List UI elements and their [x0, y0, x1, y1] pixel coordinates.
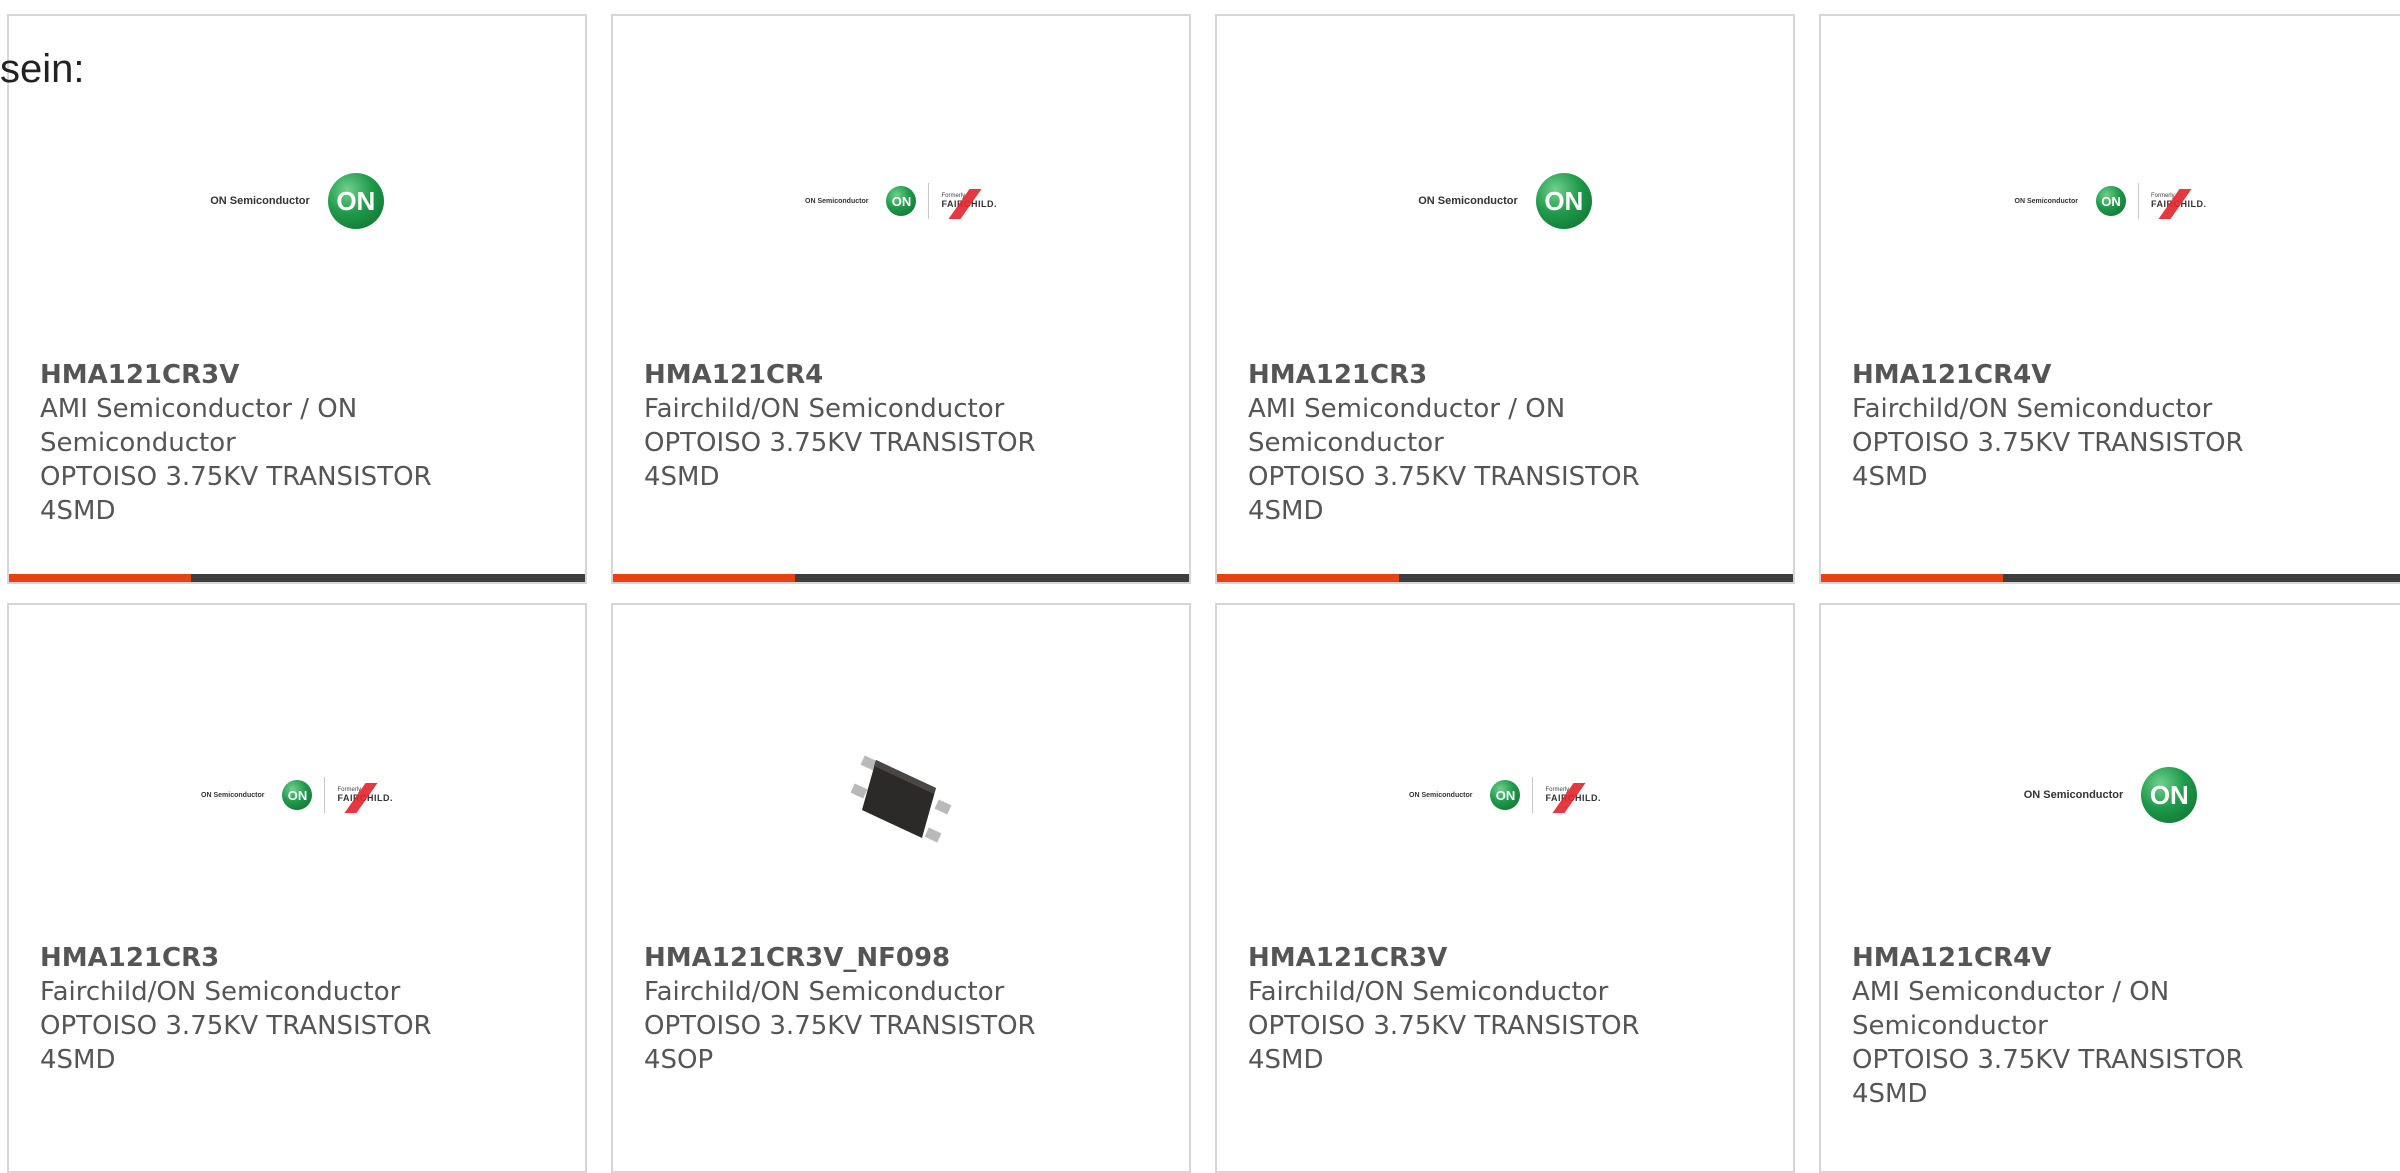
product-image: ON Semiconductor ON Formerly FAIRCHILD. — [1217, 700, 1793, 890]
on-logo-icon: ON — [886, 186, 917, 216]
product-manufacturer: Fairchild/ON Semiconductor — [1852, 394, 2213, 424]
product-manufacturer: AMI Semiconductor / ON Semiconductor — [1852, 977, 2170, 1041]
product-card[interactable]: ON Semiconductor ON HMA121CR3V AMI Semic… — [7, 14, 587, 584]
product-manufacturer: AMI Semiconductor / ON Semiconductor — [40, 394, 358, 458]
product-name[interactable]: HMA121CR4 — [644, 358, 1084, 392]
product-image: ON Semiconductor ON Formerly FAIRCHILD. — [1821, 146, 2400, 256]
on-logo-icon: ON — [2141, 767, 2198, 823]
on-logo-icon: ON — [1535, 173, 1592, 229]
on-logo-icon: ON — [1490, 780, 1521, 810]
product-description: OPTOISO 3.75KV TRANSISTOR 4SMD — [40, 462, 432, 526]
on-fairchild-logo: ON Semiconductor ON Formerly FAIRCHILD. — [2015, 183, 2207, 219]
product-description: OPTOISO 3.75KV TRANSISTOR 4SMD — [1248, 462, 1640, 526]
product-image: ON Semiconductor ON Formerly FAIRCHILD. — [613, 146, 1189, 256]
on-semiconductor-logo: ON Semiconductor ON — [1418, 173, 1592, 229]
card-accent-bar — [9, 574, 585, 582]
on-fairchild-logo: ON Semiconductor ON Formerly FAIRCHILD. — [1409, 777, 1601, 813]
product-description: OPTOISO 3.75KV TRANSISTOR 4SOP — [644, 1011, 1036, 1075]
on-semiconductor-logo: ON Semiconductor ON — [210, 173, 384, 229]
product-card[interactable]: HMA121CR3V_NF098 Fairchild/ON Semiconduc… — [611, 603, 1191, 1173]
product-card[interactable]: ON Semiconductor ON Formerly FAIRCHILD. … — [611, 14, 1191, 584]
product-card[interactable]: ON Semiconductor ON Formerly FAIRCHILD. … — [7, 603, 587, 1173]
product-image — [613, 700, 1189, 890]
product-name[interactable]: HMA121CR4V — [1852, 941, 2292, 975]
product-description: OPTOISO 3.75KV TRANSISTOR 4SMD — [1248, 1011, 1640, 1075]
product-manufacturer: AMI Semiconductor / ON Semiconductor — [1248, 394, 1566, 458]
product-card[interactable]: ON Semiconductor ON HMA121CR4V AMI Semic… — [1819, 603, 2400, 1173]
product-name[interactable]: HMA121CR3V — [1248, 941, 1688, 975]
4sop-chip-photo — [850, 755, 952, 843]
product-image: ON Semiconductor ON — [9, 146, 585, 256]
card-accent-bar — [613, 574, 1189, 582]
product-card[interactable]: ON Semiconductor ON Formerly FAIRCHILD. … — [1215, 603, 1795, 1173]
intro-text: sein: — [0, 47, 85, 91]
card-accent-bar — [1821, 574, 2400, 582]
product-manufacturer: Fairchild/ON Semiconductor — [40, 977, 401, 1007]
card-accent-bar — [1217, 574, 1793, 582]
product-card[interactable]: ON Semiconductor ON Formerly FAIRCHILD. … — [1819, 14, 2400, 584]
product-name[interactable]: HMA121CR4V — [1852, 358, 2292, 392]
on-logo-icon: ON — [327, 173, 384, 229]
product-description: OPTOISO 3.75KV TRANSISTOR 4SMD — [644, 428, 1036, 492]
on-logo-icon: ON — [282, 780, 313, 810]
product-manufacturer: Fairchild/ON Semiconductor — [1248, 977, 1609, 1007]
product-image: ON Semiconductor ON Formerly FAIRCHILD. — [9, 700, 585, 890]
product-name[interactable]: HMA121CR3 — [40, 941, 480, 975]
product-name[interactable]: HMA121CR3 — [1248, 358, 1688, 392]
product-manufacturer: Fairchild/ON Semiconductor — [644, 977, 1005, 1007]
product-manufacturer: Fairchild/ON Semiconductor — [644, 394, 1005, 424]
product-description: OPTOISO 3.75KV TRANSISTOR 4SMD — [40, 1011, 432, 1075]
product-description: OPTOISO 3.75KV TRANSISTOR 4SMD — [1852, 428, 2244, 492]
product-image: ON Semiconductor ON — [1217, 146, 1793, 256]
product-description: OPTOISO 3.75KV TRANSISTOR 4SMD — [1852, 1045, 2244, 1109]
product-card[interactable]: ON Semiconductor ON HMA121CR3 AMI Semico… — [1215, 14, 1795, 584]
product-image: ON Semiconductor ON — [1821, 700, 2400, 890]
product-name[interactable]: HMA121CR3V_NF098 — [644, 941, 1084, 975]
on-logo-icon: ON — [2095, 186, 2126, 216]
on-semiconductor-logo: ON Semiconductor ON — [2024, 767, 2198, 823]
on-fairchild-logo: ON Semiconductor ON Formerly FAIRCHILD. — [805, 183, 997, 219]
on-fairchild-logo: ON Semiconductor ON Formerly FAIRCHILD. — [201, 777, 393, 813]
product-name[interactable]: HMA121CR3V — [40, 358, 480, 392]
